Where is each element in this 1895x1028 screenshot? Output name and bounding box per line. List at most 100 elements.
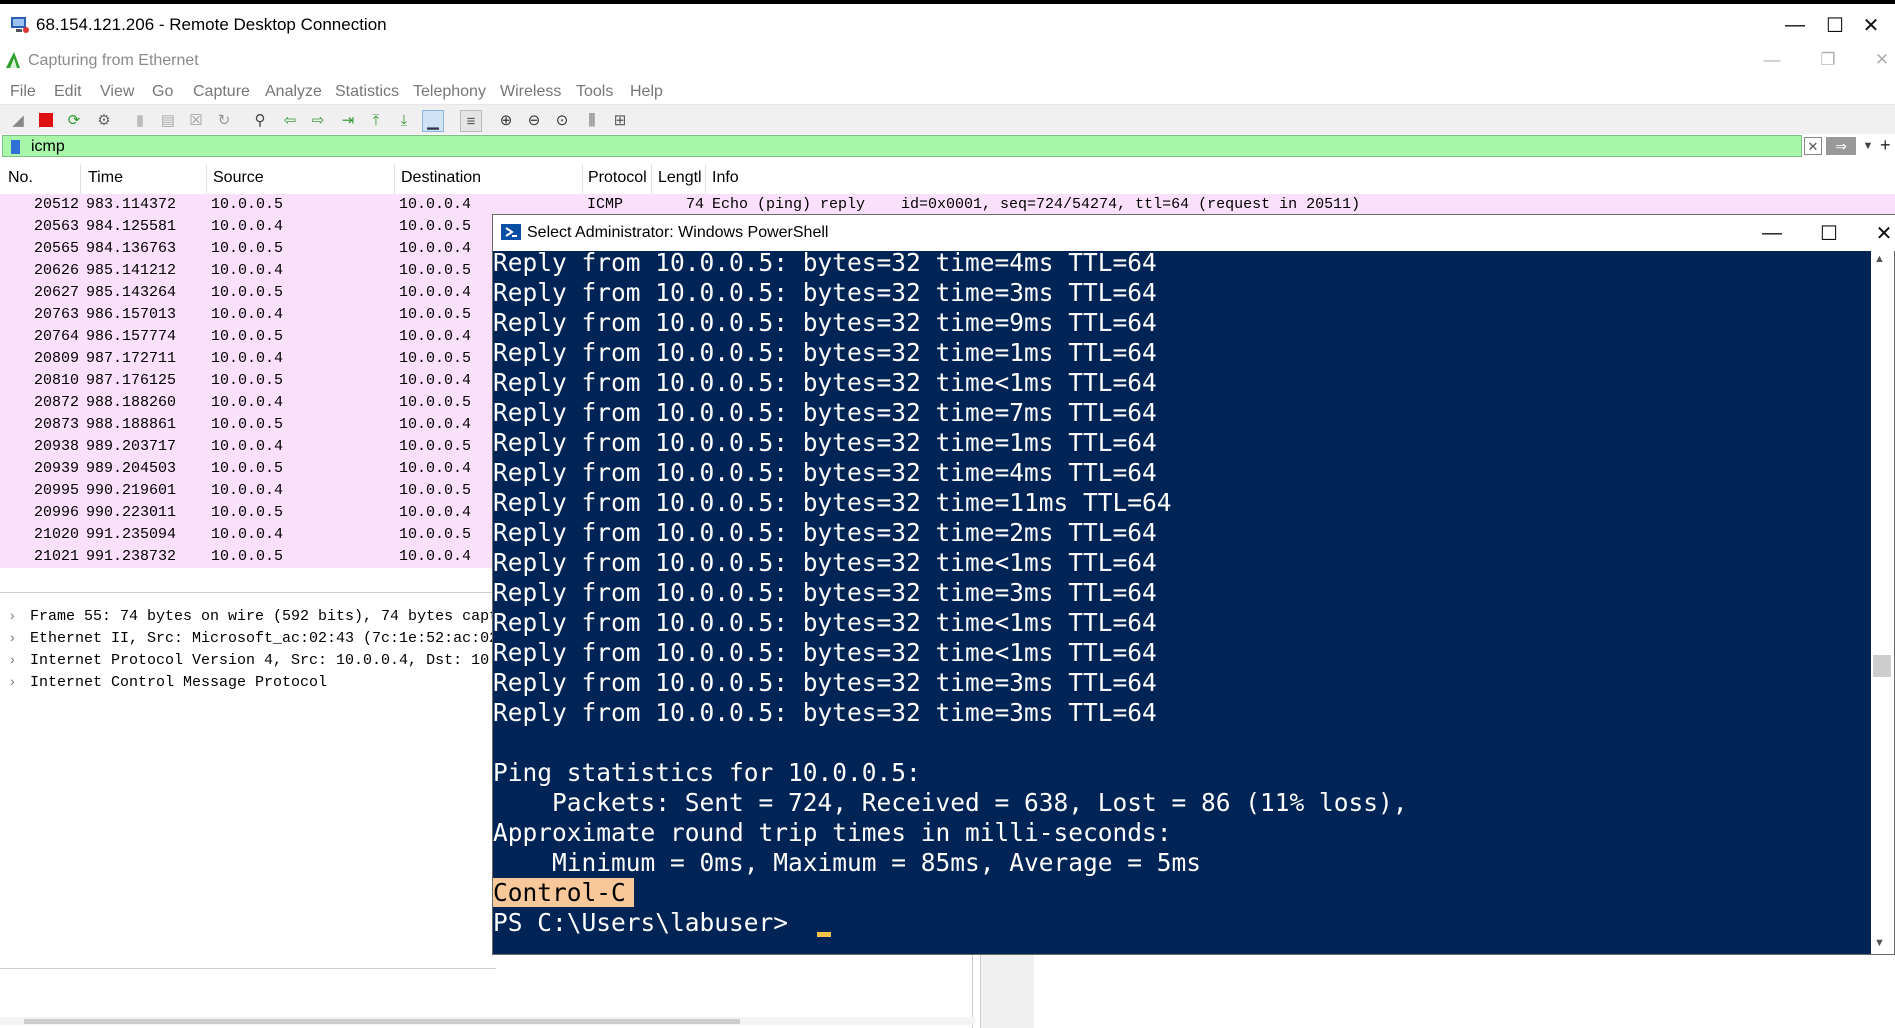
rdp-close-button[interactable]: ✕ bbox=[1846, 10, 1895, 40]
menu-tools[interactable]: Tools bbox=[576, 83, 613, 101]
pane-divider[interactable] bbox=[0, 968, 496, 969]
cell-time: 989.204503 bbox=[86, 460, 177, 477]
col-length[interactable]: Lengtl bbox=[658, 169, 702, 187]
cell-no: 20565 bbox=[34, 240, 80, 257]
cell-time: 986.157013 bbox=[86, 306, 177, 323]
open-file-icon[interactable]: ▮ bbox=[130, 110, 150, 130]
zoom-out-icon[interactable]: ⊖ bbox=[524, 110, 544, 130]
cell-dst: 10.0.0.4 bbox=[399, 328, 472, 345]
details-row-ipv4[interactable]: › Internet Protocol Version 4, Src: 10.0.… bbox=[0, 650, 500, 672]
column-separator[interactable] bbox=[651, 164, 652, 194]
layout-icon[interactable]: ⊞ bbox=[610, 110, 630, 130]
vertical-scroll-thumb[interactable] bbox=[1873, 655, 1891, 677]
col-time[interactable]: Time bbox=[88, 169, 123, 187]
colorize-icon[interactable]: ≡ bbox=[460, 110, 482, 132]
menu-capture[interactable]: Capture bbox=[193, 83, 250, 101]
reload-file-icon[interactable]: ↻ bbox=[214, 110, 234, 130]
scroll-down-icon[interactable]: ▼ bbox=[1874, 937, 1885, 949]
menu-go[interactable]: Go bbox=[152, 83, 173, 101]
ps-close-button[interactable]: ✕ bbox=[1855, 218, 1895, 248]
cell-dst: 10.0.0.4 bbox=[399, 240, 472, 257]
ws-restore-button[interactable]: ❐ bbox=[1808, 48, 1848, 72]
chevron-right-icon[interactable]: › bbox=[10, 673, 15, 689]
autoscroll-icon[interactable]: ▁ bbox=[422, 110, 444, 132]
apply-filter-icon[interactable]: ⇒ bbox=[1826, 137, 1856, 155]
column-separator[interactable] bbox=[394, 164, 395, 194]
ws-close-button[interactable]: ✕ bbox=[1862, 48, 1895, 72]
menu-statistics[interactable]: Statistics bbox=[335, 83, 399, 101]
table-row[interactable]: 20512 983.114372 10.0.0.5 10.0.0.4 ICMP … bbox=[0, 194, 1895, 216]
horizontal-scroll-thumb[interactable] bbox=[24, 1019, 740, 1024]
menu-bar: File Edit View Go Capture Analyze Statis… bbox=[0, 78, 1895, 106]
ps-minimize-button[interactable]: — bbox=[1743, 218, 1801, 248]
menu-help[interactable]: Help bbox=[630, 83, 663, 101]
cell-src: 10.0.0.4 bbox=[211, 262, 284, 279]
save-file-icon[interactable]: ▤ bbox=[158, 110, 178, 130]
vertical-scrollbar[interactable]: ▲ ▼ bbox=[1871, 251, 1894, 954]
console-stats-header: Ping statistics for 10.0.0.5: bbox=[493, 758, 921, 787]
details-row-icmp[interactable]: › Internet Control Message Protocol bbox=[0, 672, 500, 694]
bookmark-icon[interactable] bbox=[11, 140, 20, 154]
cell-time: 989.203717 bbox=[86, 438, 177, 455]
resize-columns-icon[interactable]: ⫼ bbox=[582, 110, 602, 130]
wireshark-title: Capturing from Ethernet bbox=[28, 52, 199, 69]
restart-capture-icon[interactable]: ⟳ bbox=[64, 110, 84, 130]
cell-no: 20810 bbox=[34, 372, 80, 389]
details-row-frame[interactable]: › Frame 55: 74 bytes on wire (592 bits), … bbox=[0, 606, 500, 628]
powershell-title-bar[interactable]: Select Administrator: Windows PowerShell… bbox=[493, 215, 1895, 251]
col-info[interactable]: Info bbox=[712, 169, 739, 187]
chevron-right-icon[interactable]: › bbox=[10, 651, 15, 667]
wireshark-fin-icon bbox=[6, 52, 20, 68]
start-capture-icon[interactable]: ◢ bbox=[8, 110, 28, 130]
column-separator[interactable] bbox=[582, 164, 583, 194]
cell-source: 10.0.0.5 bbox=[211, 196, 284, 213]
col-no[interactable]: No. bbox=[8, 169, 33, 187]
console-prompt-line: PS C:\Users\labuser> bbox=[493, 908, 831, 938]
menu-file[interactable]: File bbox=[10, 83, 36, 101]
cell-time: 984.136763 bbox=[86, 240, 177, 257]
col-source[interactable]: Source bbox=[213, 169, 264, 187]
col-destination[interactable]: Destination bbox=[401, 169, 481, 187]
chevron-right-icon[interactable]: › bbox=[10, 607, 15, 623]
go-to-packet-icon[interactable]: ⇥ bbox=[338, 110, 358, 130]
ps-maximize-button[interactable]: ☐ bbox=[1800, 218, 1858, 248]
stop-capture-icon[interactable] bbox=[36, 110, 56, 130]
ws-minimize-button[interactable]: — bbox=[1752, 48, 1792, 72]
capture-options-icon[interactable]: ⚙ bbox=[94, 110, 114, 130]
go-forward-icon[interactable]: ⇨ bbox=[308, 110, 328, 130]
console-line: Reply from 10.0.0.5: bytes=32 time<1ms T… bbox=[493, 368, 1157, 397]
cell-src: 10.0.0.4 bbox=[211, 438, 284, 455]
menu-wireless[interactable]: Wireless bbox=[500, 83, 561, 101]
chevron-right-icon[interactable]: › bbox=[10, 629, 15, 645]
cell-no: 20563 bbox=[34, 218, 80, 235]
last-packet-icon[interactable]: ⤓ bbox=[394, 110, 414, 130]
menu-telephony[interactable]: Telephony bbox=[413, 83, 486, 101]
column-separator[interactable] bbox=[206, 164, 207, 194]
console-line: Reply from 10.0.0.5: bytes=32 time<1ms T… bbox=[493, 608, 1157, 637]
console-packets-line: Packets: Sent = 724, Received = 638, Los… bbox=[493, 788, 1408, 817]
scroll-up-icon[interactable]: ▲ bbox=[1874, 253, 1885, 265]
column-separator[interactable] bbox=[80, 164, 81, 194]
clear-filter-icon[interactable]: ✕ bbox=[1804, 137, 1822, 155]
cell-time: 990.223011 bbox=[86, 504, 177, 521]
menu-edit[interactable]: Edit bbox=[54, 83, 82, 101]
go-back-icon[interactable]: ⇦ bbox=[280, 110, 300, 130]
display-filter-input[interactable]: icmp bbox=[2, 135, 1802, 157]
powershell-console[interactable]: Reply from 10.0.0.5: bytes=32 time=4ms T… bbox=[493, 248, 1871, 956]
details-row-ethernet[interactable]: › Ethernet II, Src: Microsoft_ac:02:43 (7… bbox=[0, 628, 500, 650]
zoom-in-icon[interactable]: ⊕ bbox=[496, 110, 516, 130]
column-separator[interactable] bbox=[705, 164, 706, 194]
zoom-normal-icon[interactable]: ⊙ bbox=[552, 110, 572, 130]
cell-no: 20627 bbox=[34, 284, 80, 301]
find-packet-icon[interactable]: ⚲ bbox=[250, 110, 270, 130]
pane-divider[interactable] bbox=[0, 592, 496, 593]
filter-dropdown-icon[interactable]: ▼ bbox=[1860, 137, 1876, 155]
cell-time: 984.125581 bbox=[86, 218, 177, 235]
add-filter-icon[interactable]: + bbox=[1880, 135, 1894, 155]
menu-analyze[interactable]: Analyze bbox=[265, 83, 322, 101]
menu-view[interactable]: View bbox=[100, 83, 134, 101]
cell-time: 985.143264 bbox=[86, 284, 177, 301]
col-protocol[interactable]: Protocol bbox=[588, 169, 647, 187]
close-file-icon[interactable]: ☒ bbox=[186, 110, 206, 130]
first-packet-icon[interactable]: ⤒ bbox=[366, 110, 386, 130]
